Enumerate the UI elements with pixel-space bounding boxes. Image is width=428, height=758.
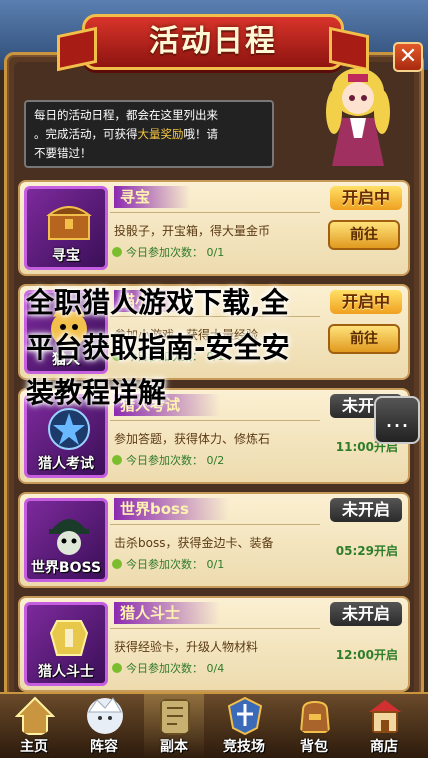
shop-icon [369,700,401,733]
count-text: 今日参加次数： 0/1 [126,558,225,571]
armor-icon: 猎人斗士 [24,602,108,686]
icon-label: 猎人考试 [38,456,94,472]
bottom-tab-bar: 主页 阵容 副本 竞技场 背包 商店 [0,692,428,758]
treasure-chest-icon: 寻宝 [24,186,108,270]
tab-label: 阵容 [90,739,118,755]
overlay-line-3: 装教程详解 [26,376,167,409]
divider [110,212,320,213]
home-icon [15,696,55,735]
description-line-2: 。完成活动，可获得大量奖励哦！请 [34,125,264,144]
reward-highlight: 大量奖励 [137,127,184,141]
participation-count: 今日参加次数： 0/1 [112,556,224,572]
activity-card-world-boss: 世界BOSS 世界boss 击杀boss，获得金边卡、装备 今日参加次数： 0/… [18,492,410,588]
activity-name: 寻宝 [114,186,191,208]
status-dot-icon [112,663,122,673]
icon-label: 世界BOSS [30,560,102,576]
tab-dungeon[interactable]: 副本 [144,694,204,758]
status-badge: 未开启 [330,602,402,626]
boss-icon: 世界BOSS [24,498,108,582]
activity-description: 投骰子，开宝箱，得大量金币 [114,224,271,238]
overlay-headline: 全职猎人游戏下载,全 平台获取指南-安全安 装教程详解 [26,280,406,415]
participation-count: 今日参加次数： 0/4 [112,660,224,676]
icon-label: 猎人斗士 [38,664,94,680]
status-dot-icon [112,247,122,257]
lineup-icon [87,697,123,734]
description-text: 。完成活动，可获得 [34,127,138,141]
overlay-line-2: 平台获取指南-安全安 [26,331,290,364]
participation-count: 今日参加次数： 0/1 [112,244,224,260]
description-line-1: 每日的活动日程，都会在这里列出来 [34,108,218,122]
divider [110,524,320,525]
status-dot-icon [112,455,122,465]
activity-name: 世界boss [114,498,229,520]
status-badge: 未开启 [330,498,402,522]
tab-label: 竞技场 [223,739,265,755]
arena-icon [227,696,263,736]
overlay-line-1: 全职猎人游戏下载,全 [26,286,289,319]
page-title: 活动日程 [149,24,277,59]
go-button[interactable]: 前往 [328,220,400,250]
status-badge: 开启中 [330,186,402,210]
tab-shop[interactable]: 商店 [354,694,414,758]
activity-card-hunter-fighter: 猎人斗士 猎人斗士 获得经验卡，升级人物材料 今日参加次数： 0/4 未开启 1… [18,596,410,692]
divider [110,628,320,629]
participation-count: 今日参加次数： 0/2 [112,452,224,468]
tab-arena[interactable]: 竞技场 [214,694,274,758]
tab-label: 副本 [160,739,188,755]
bag-icon [299,700,331,733]
tab-lineup[interactable]: 阵容 [74,694,134,758]
count-text: 今日参加次数： 0/4 [126,662,225,675]
description-box: 每日的活动日程，都会在这里列出来 。完成活动，可获得大量奖励哦！请 不要错过！ [24,100,274,168]
title-banner: 活动日程 [82,14,344,70]
activity-description: 参加答题，获得体力、修炼石 [114,432,271,446]
activity-name: 猎人斗士 [114,602,221,624]
chat-bubble-button[interactable]: … [374,396,420,444]
icon-label: 寻宝 [52,248,80,264]
count-text: 今日参加次数： 0/2 [126,454,225,467]
tab-home[interactable]: 主页 [4,694,64,758]
status-dot-icon [112,559,122,569]
guide-girl-icon [326,68,390,166]
description-line-3: 不要错过！ [34,146,92,160]
activity-description: 击杀boss，获得金边卡、装备 [114,536,274,550]
tab-bag[interactable]: 背包 [284,694,344,758]
description-text: 哦！请 [183,127,219,141]
open-time: 12:00开启 [335,648,398,662]
tab-label: 商店 [370,739,398,755]
divider [110,420,320,421]
open-time: 05:29开启 [335,544,398,558]
activity-card-treasure: 寻宝 寻宝 投骰子，开宝箱，得大量金币 今日参加次数： 0/1 开启中 前往 [18,180,410,276]
count-text: 今日参加次数： 0/1 [126,246,225,259]
tab-label: 主页 [20,739,48,755]
dungeon-icon [160,699,190,735]
tab-label: 背包 [300,739,328,755]
activity-description: 获得经验卡，升级人物材料 [114,640,259,654]
